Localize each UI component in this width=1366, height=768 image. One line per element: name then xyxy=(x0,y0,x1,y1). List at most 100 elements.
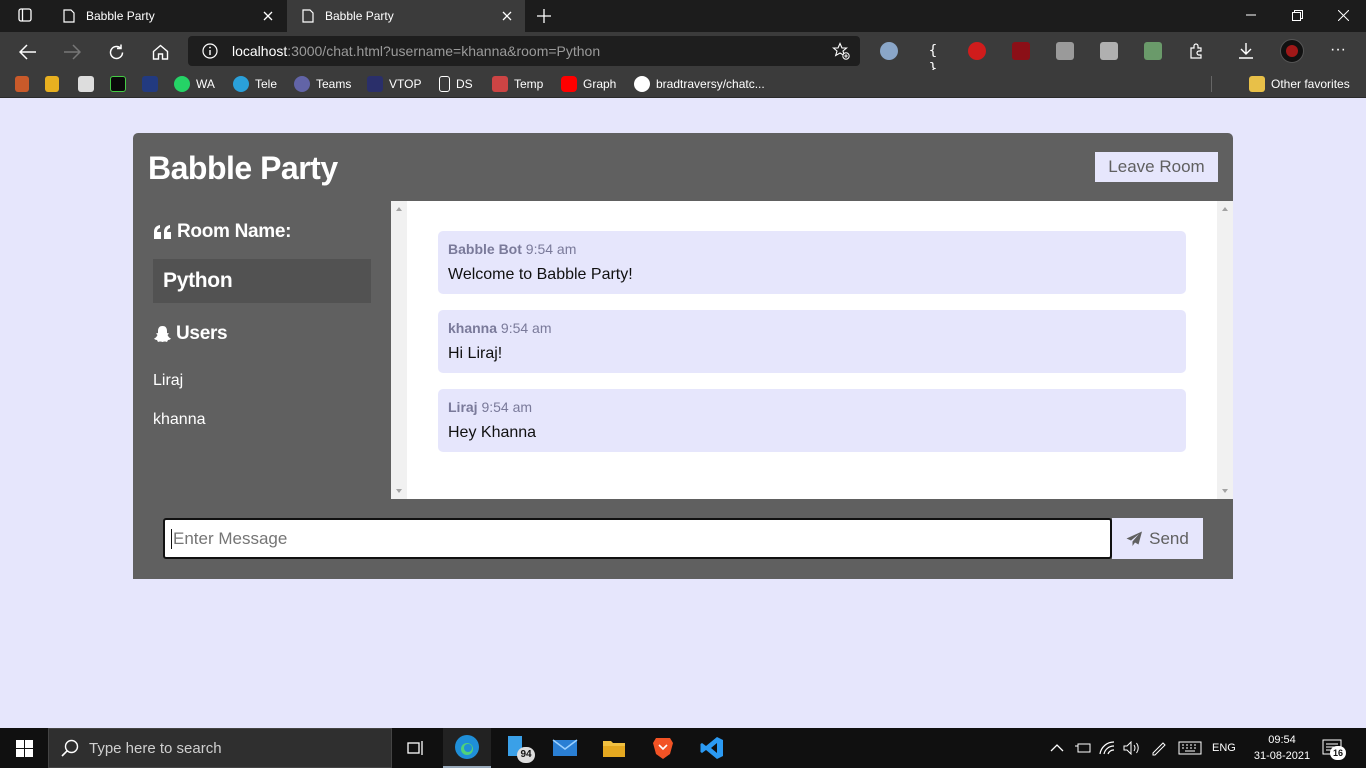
back-icon[interactable] xyxy=(17,41,39,63)
clock[interactable]: 09:54 31-08-2021 xyxy=(1252,732,1312,764)
bookmark-teams[interactable]: Teams xyxy=(294,76,351,92)
message-author: Babble Bot xyxy=(448,241,522,257)
home-icon[interactable] xyxy=(149,41,171,63)
bookmark-whatsapp[interactable]: WA xyxy=(174,76,215,92)
taskbar-search[interactable]: Type here to search xyxy=(48,728,392,768)
browser-tab-1[interactable]: Babble Party xyxy=(48,0,286,32)
extension-owl-icon[interactable] xyxy=(880,42,898,60)
send-button[interactable]: Send xyxy=(1112,518,1203,559)
teams-icon xyxy=(294,76,310,92)
browser-tab-2-active[interactable]: Babble Party xyxy=(287,0,525,32)
close-tab-icon[interactable] xyxy=(499,8,515,24)
tab-title: Babble Party xyxy=(325,9,394,23)
tab-title: Babble Party xyxy=(86,9,155,23)
edge-app-icon[interactable] xyxy=(443,728,491,768)
more-menu-icon[interactable]: ··· xyxy=(1329,42,1347,60)
user-item: khanna xyxy=(153,411,206,428)
profile-avatar[interactable] xyxy=(1280,39,1304,63)
site-info-icon[interactable] xyxy=(202,43,218,64)
bookmark-cc-icon[interactable] xyxy=(78,76,100,92)
close-window-icon[interactable] xyxy=(1320,0,1366,30)
minimize-icon[interactable] xyxy=(1228,0,1274,30)
downloads-icon[interactable] xyxy=(1237,42,1255,60)
clock-date: 31-08-2021 xyxy=(1253,750,1311,762)
add-favorite-icon[interactable] xyxy=(832,42,850,65)
bookmark-chart-icon[interactable] xyxy=(45,76,65,92)
notification-badge: 16 xyxy=(1330,746,1346,760)
search-icon xyxy=(61,739,79,757)
file-explorer-icon[interactable] xyxy=(590,728,638,768)
address-bar[interactable]: localhost:3000/chat.html?username=khanna… xyxy=(188,36,860,66)
start-button[interactable] xyxy=(0,728,48,768)
snapchat-ghost-icon xyxy=(154,326,171,342)
tab-actions-icon[interactable] xyxy=(2,0,48,30)
message: Liraj 9:54 am Hey Khanna xyxy=(438,389,1186,452)
message-input[interactable]: Enter Message xyxy=(163,518,1112,559)
page-icon xyxy=(62,8,76,24)
youtube-icon xyxy=(561,76,577,92)
bookmark-ds[interactable]: DS xyxy=(439,76,473,92)
wifi-icon[interactable] xyxy=(1099,728,1117,768)
other-favorites[interactable]: Other favorites xyxy=(1249,76,1350,92)
mail-app-icon[interactable] xyxy=(541,728,589,768)
message-time: 9:54 am xyxy=(481,399,533,415)
scroll-down-arrow-icon[interactable] xyxy=(396,489,402,493)
chat-container: Babble Party Leave Room Room Name: Pytho… xyxy=(133,133,1233,579)
extension-ublock-icon[interactable] xyxy=(1012,42,1030,60)
vtop-icon xyxy=(367,76,383,92)
vscode-app-icon[interactable] xyxy=(688,728,736,768)
bookmarks-bar: WA Tele Teams VTOP DS Temp Graph bradtra… xyxy=(0,70,1366,98)
leave-room-button[interactable]: Leave Room xyxy=(1095,152,1218,182)
browser-toolbar: localhost:3000/chat.html?username=khanna… xyxy=(0,32,1366,77)
whatsapp-icon xyxy=(174,76,190,92)
volume-icon[interactable] xyxy=(1123,728,1141,768)
bookmark-hr-icon[interactable] xyxy=(110,76,132,92)
extension-adblock-icon[interactable] xyxy=(968,42,986,60)
language-indicator[interactable]: ENG xyxy=(1212,728,1236,768)
notepad-app-icon[interactable]: 94 xyxy=(494,728,542,768)
bookmark-blue-icon[interactable] xyxy=(142,76,164,92)
text-caret xyxy=(171,528,172,549)
github-icon xyxy=(634,76,650,92)
scrollbar-left[interactable] xyxy=(391,201,407,499)
folder-icon xyxy=(1249,76,1265,92)
scroll-up-arrow-icon[interactable] xyxy=(396,207,402,211)
restore-icon[interactable] xyxy=(1274,0,1320,30)
message-input-placeholder: Enter Message xyxy=(173,528,288,548)
bookmark-telegram[interactable]: Tele xyxy=(233,76,277,92)
extension-json-icon[interactable]: { } xyxy=(924,42,942,77)
message-text: Hey Khanna xyxy=(448,424,537,441)
chat-sidebar: Room Name: Python Users Liraj khanna xyxy=(133,201,391,499)
bookmark-red-icon[interactable] xyxy=(15,76,35,92)
scrollbar-right[interactable] xyxy=(1217,201,1233,499)
room-name-value: Python xyxy=(153,259,371,303)
bookmark-graph[interactable]: Graph xyxy=(561,76,616,92)
scroll-up-arrow-icon[interactable] xyxy=(1222,207,1228,211)
brave-app-icon[interactable] xyxy=(639,728,687,768)
app-title: Babble Party xyxy=(148,150,338,186)
extensions-puzzle-icon[interactable] xyxy=(1188,42,1206,60)
new-tab-icon[interactable] xyxy=(534,6,554,26)
forward-icon[interactable] xyxy=(61,41,83,63)
message: khanna 9:54 am Hi Liraj! xyxy=(438,310,1186,373)
url-text: localhost:3000/chat.html?username=khanna… xyxy=(232,43,601,59)
bookmark-temp[interactable]: Temp xyxy=(492,76,543,92)
bookmarks-divider xyxy=(1211,76,1212,92)
chat-messages[interactable]: Babble Bot 9:54 am Welcome to Babble Par… xyxy=(391,201,1233,499)
keyboard-icon[interactable] xyxy=(1178,728,1202,768)
battery-icon[interactable] xyxy=(1074,728,1092,768)
close-tab-icon[interactable] xyxy=(260,8,276,24)
bookmark-vtop[interactable]: VTOP xyxy=(367,76,421,92)
pen-icon[interactable] xyxy=(1150,728,1168,768)
notifications-icon[interactable]: 16 xyxy=(1322,728,1346,768)
bookmark-github[interactable]: bradtraversy/chatc... xyxy=(634,76,765,92)
extension-k-icon[interactable] xyxy=(1100,42,1118,60)
show-hidden-icons[interactable] xyxy=(1050,728,1064,768)
extension-green-icon[interactable] xyxy=(1144,42,1162,60)
chat-form: Enter Message Send xyxy=(133,499,1233,579)
extension-grey-icon[interactable] xyxy=(1056,42,1074,60)
refresh-icon[interactable] xyxy=(105,41,127,63)
page-icon xyxy=(439,76,450,92)
scroll-down-arrow-icon[interactable] xyxy=(1222,489,1228,493)
task-view-icon[interactable] xyxy=(392,728,440,768)
